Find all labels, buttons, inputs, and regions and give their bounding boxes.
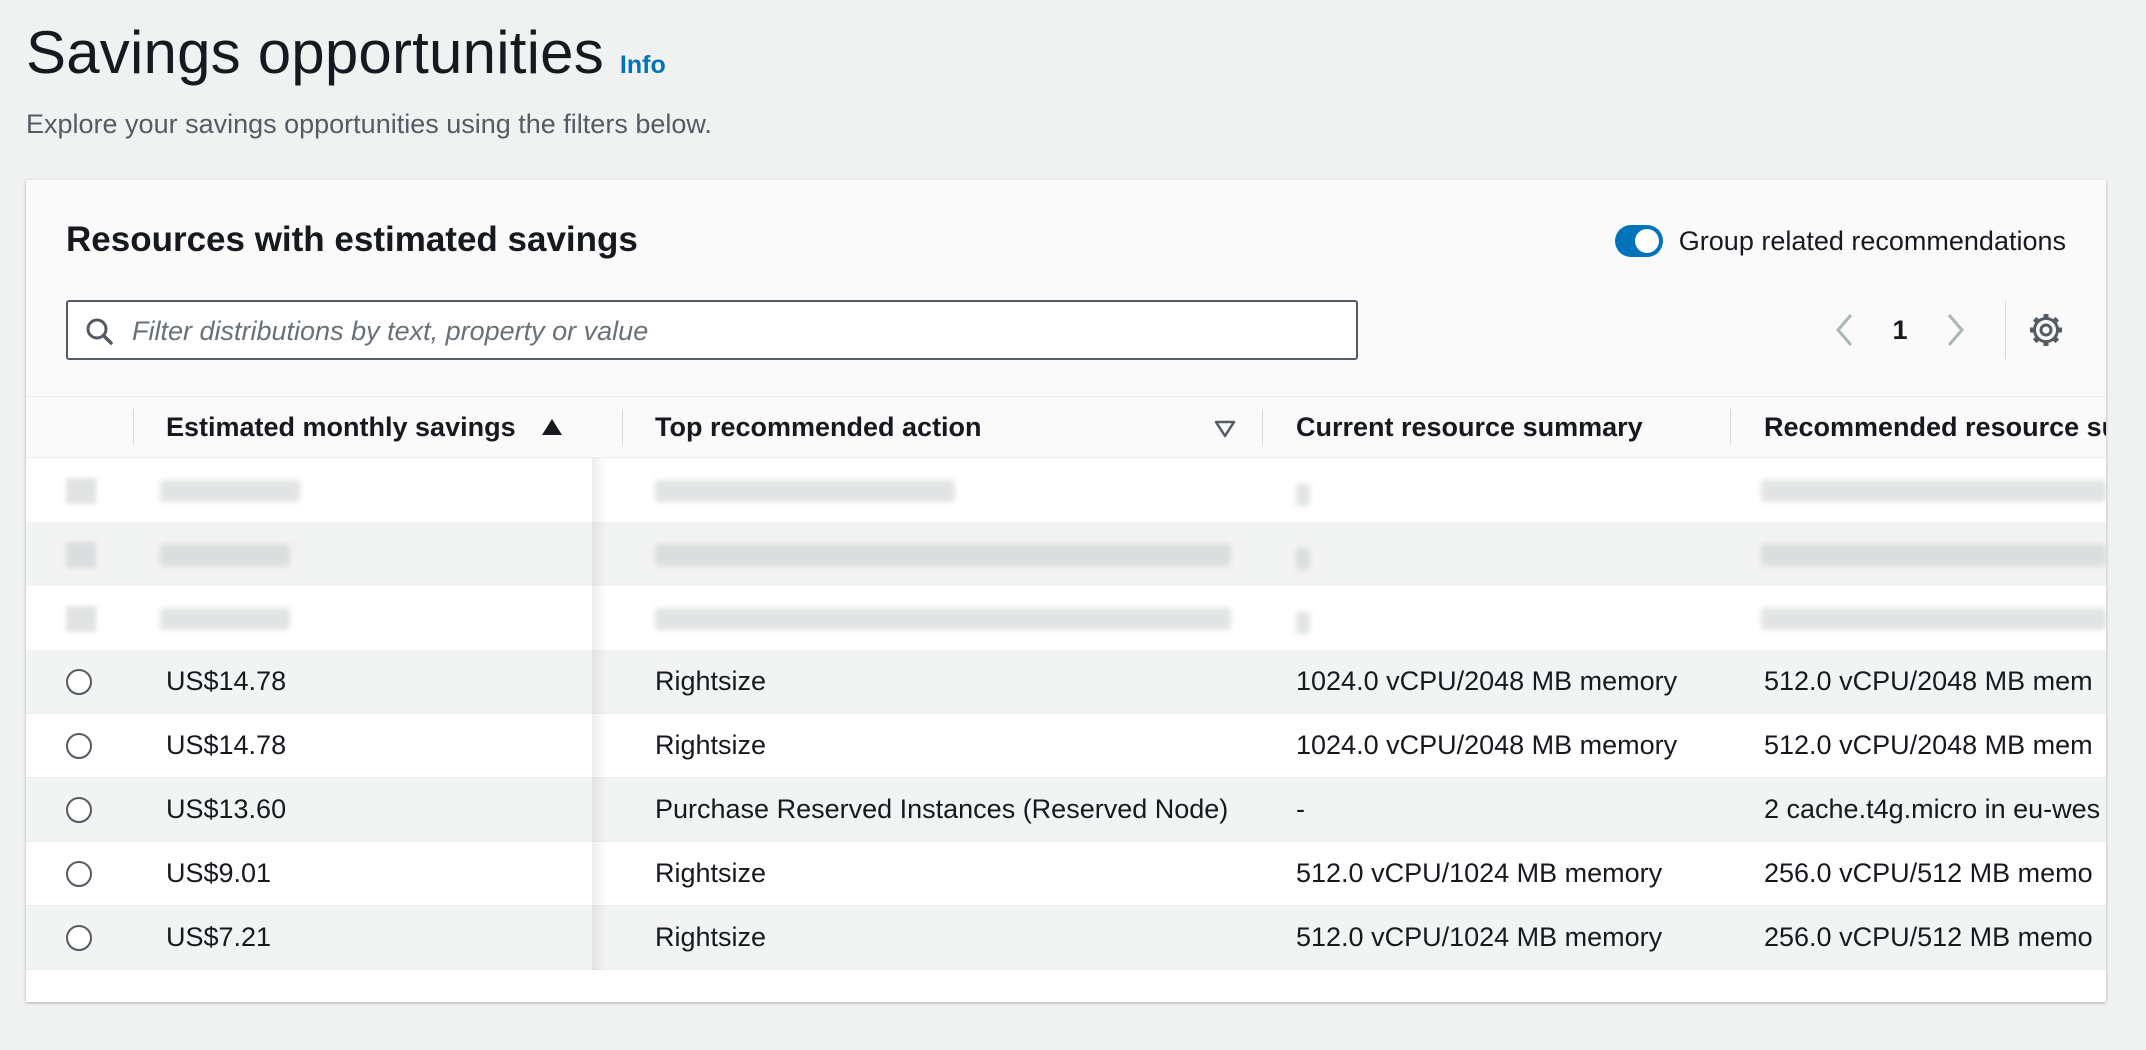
page-title: Savings opportunities (26, 19, 604, 86)
pagination: 1 (1825, 300, 2066, 360)
preferences-button[interactable] (2026, 310, 2066, 350)
search-icon (86, 318, 113, 345)
column-header-top-action[interactable]: Top recommended action (655, 397, 982, 457)
column-divider (133, 409, 134, 445)
row-select-radio[interactable] (66, 797, 92, 823)
redacted-block (160, 480, 300, 502)
savings-cell: US$7.21 (166, 922, 272, 952)
action-cell: Purchase Reserved Instances (Reserved No… (655, 794, 1229, 824)
current-summary-cell: - (1296, 794, 1305, 824)
recommended-summary-cell: 512.0 vCPU/2048 MB mem (1764, 666, 2093, 696)
toggle-knob (1634, 229, 1659, 253)
redacted-block (160, 544, 290, 566)
table-row[interactable]: US$14.78 Rightsize 1024.0 vCPU/2048 MB m… (26, 650, 2106, 714)
next-page-button[interactable] (1935, 310, 1975, 350)
column-divider (1730, 409, 1731, 445)
row-select-radio[interactable] (66, 925, 92, 951)
table-row[interactable]: US$13.60 Purchase Reserved Instances (Re… (26, 778, 2106, 842)
sort-ascending-icon[interactable] (541, 418, 563, 436)
action-cell: Rightsize (655, 730, 767, 760)
search-input[interactable] (130, 310, 1334, 352)
previous-page-button[interactable] (1825, 310, 1865, 350)
savings-cell: US$13.60 (166, 794, 287, 824)
page-header: Savings opportunities Info Explore your … (26, 18, 712, 140)
redacted-block (1761, 480, 2106, 502)
recommended-summary-cell: 512.0 vCPU/2048 MB mem (1764, 730, 2093, 760)
row-select-radio[interactable] (66, 861, 92, 887)
panel-header: Resources with estimated savings Group r… (26, 180, 2106, 396)
current-summary-cell: 512.0 vCPU/1024 MB memory (1296, 922, 1663, 952)
table-header: Estimated monthly savings Top recommende… (26, 396, 2106, 458)
recommended-summary-cell: 256.0 vCPU/512 MB memo (1764, 922, 2093, 952)
current-summary-cell: 512.0 vCPU/1024 MB memory (1296, 858, 1663, 888)
group-toggle-switch[interactable] (1614, 225, 1663, 257)
redacted-block (1296, 484, 1310, 506)
action-cell: Rightsize (655, 666, 767, 696)
group-toggle-label[interactable]: Group related recommendations (1679, 226, 2066, 257)
redacted-row (26, 586, 2106, 650)
recommended-summary-cell: 256.0 vCPU/512 MB memo (1764, 858, 2093, 888)
table-row[interactable]: US$14.78 Rightsize 1024.0 vCPU/2048 MB m… (26, 714, 2106, 778)
savings-cell: US$9.01 (166, 858, 272, 888)
column-divider (622, 409, 623, 445)
chevron-right-icon (1947, 314, 1964, 346)
redacted-block (1296, 548, 1310, 570)
info-link[interactable]: Info (620, 51, 666, 80)
redacted-block (1296, 612, 1310, 634)
table-row[interactable]: US$9.01 Rightsize 512.0 vCPU/1024 MB mem… (26, 842, 2106, 906)
column-divider (1262, 409, 1263, 445)
current-page-number[interactable]: 1 (1865, 315, 1935, 346)
column-header-current-summary[interactable]: Current resource summary (1296, 397, 1643, 457)
row-select-radio[interactable] (66, 733, 92, 759)
savings-cell: US$14.78 (166, 666, 287, 696)
redacted-select (66, 542, 96, 568)
action-cell: Rightsize (655, 858, 767, 888)
redacted-select (66, 606, 96, 632)
resources-panel: Resources with estimated savings Group r… (26, 180, 2106, 1002)
redacted-select (66, 478, 96, 504)
recommended-summary-cell: 2 cache.t4g.micro in eu-wes (1764, 794, 2101, 824)
redacted-row (26, 522, 2106, 586)
current-summary-cell: 1024.0 vCPU/2048 MB memory (1296, 730, 1678, 760)
pager-divider (2005, 301, 2006, 359)
redacted-block (655, 608, 1231, 630)
redacted-block (1761, 608, 2106, 630)
action-cell: Rightsize (655, 922, 767, 952)
search-box[interactable] (66, 300, 1358, 360)
savings-cell: US$14.78 (166, 730, 287, 760)
column-header-estimated-savings[interactable]: Estimated monthly savings (166, 397, 516, 457)
section-title: Resources with estimated savings (66, 220, 638, 259)
page-description: Explore your savings opportunities using… (26, 109, 712, 139)
sticky-column-shadow (592, 458, 606, 970)
redacted-block (655, 544, 1231, 566)
gear-icon (2030, 314, 2062, 346)
row-select-radio[interactable] (66, 669, 92, 695)
savings-table: Estimated monthly savings Top recommende… (26, 396, 2106, 1002)
group-toggle-control[interactable]: Group related recommendations (1614, 225, 2066, 257)
filter-icon[interactable] (1214, 420, 1236, 438)
redacted-block (1761, 544, 2106, 566)
redacted-block (160, 608, 290, 630)
title-row: Savings opportunities Info (26, 18, 712, 87)
current-summary-cell: 1024.0 vCPU/2048 MB memory (1296, 666, 1678, 696)
chevron-left-icon (1836, 314, 1853, 346)
redacted-row (26, 458, 2106, 522)
redacted-block (655, 480, 955, 502)
column-header-recommended-summary[interactable]: Recommended resource su (1764, 397, 2106, 457)
table-row[interactable]: US$7.21 Rightsize 512.0 vCPU/1024 MB mem… (26, 906, 2106, 970)
